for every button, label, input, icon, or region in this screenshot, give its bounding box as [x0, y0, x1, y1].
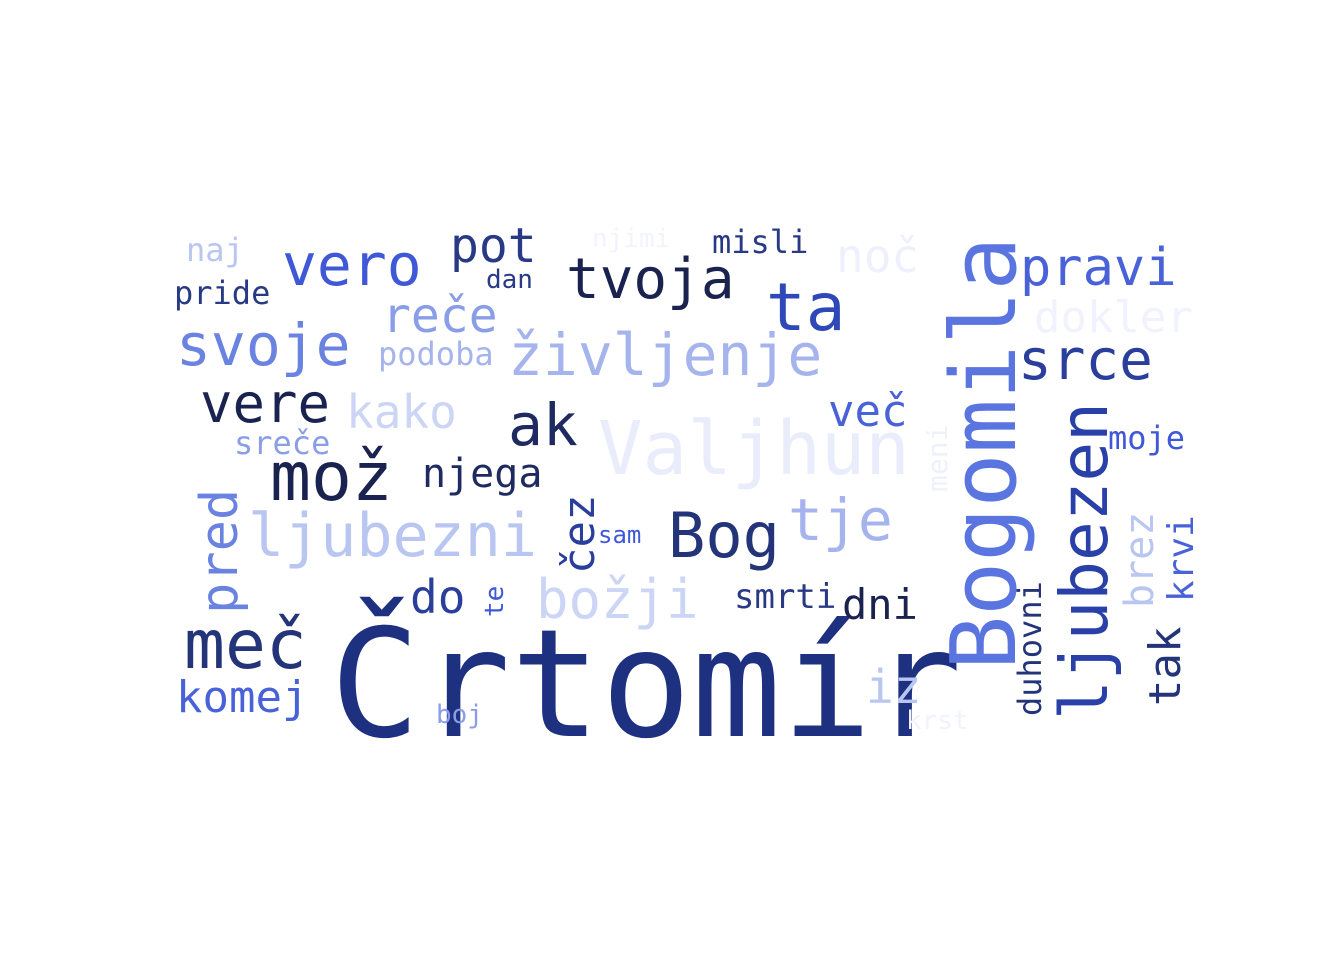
- word-43: pride: [174, 274, 271, 312]
- word-47: boj: [436, 700, 483, 730]
- word-35: brez: [1117, 511, 1163, 608]
- word-33: smrti: [734, 577, 837, 617]
- word-21: pot: [450, 218, 537, 274]
- word-10: tvoja: [566, 247, 735, 312]
- word-39: sreče: [234, 424, 331, 462]
- word-20: pred: [190, 488, 250, 614]
- word-23: kako: [346, 385, 457, 439]
- word-7: vero: [282, 231, 422, 299]
- word-16: tje: [788, 486, 893, 554]
- word-19: božji: [536, 568, 699, 631]
- word-40: misli: [712, 223, 809, 261]
- word-22: reče: [382, 288, 498, 344]
- word-24: noč: [836, 229, 920, 283]
- word-50: krst: [906, 706, 969, 736]
- word-26: več: [828, 386, 908, 437]
- word-cloud: Črtomír Bogomila Valjhun ljubezen mož življen…: [0, 0, 1344, 960]
- word-18: ljubezni: [248, 501, 537, 571]
- word-15: Bog: [668, 499, 780, 572]
- word-29: njega: [422, 451, 543, 497]
- word-38: podoba: [378, 335, 494, 373]
- word-13: vere: [200, 372, 331, 435]
- word-46: te: [480, 585, 510, 617]
- word-14: meč: [184, 606, 307, 685]
- word-17: ak: [508, 391, 578, 459]
- word-45: sam: [598, 521, 642, 549]
- word-9: pravi: [1020, 238, 1177, 298]
- word-32: dni: [842, 580, 918, 629]
- word-44: dan: [486, 265, 533, 295]
- word-8: svoje: [176, 311, 351, 379]
- word-31: do: [410, 570, 466, 624]
- word-42: naj: [186, 231, 244, 269]
- word-34: tak: [1140, 626, 1191, 706]
- word-25: dokler: [1034, 292, 1193, 343]
- word-30: čez: [554, 494, 605, 574]
- word-37: moje: [1108, 419, 1186, 457]
- word-49: meni: [921, 424, 954, 492]
- word-36: krvi: [1161, 515, 1202, 602]
- word-41: njimi: [592, 224, 671, 254]
- word-48: duhovni: [1011, 581, 1049, 716]
- word-28: komej: [176, 672, 309, 723]
- word-11: ta: [766, 269, 846, 346]
- word-27: iz: [866, 660, 922, 714]
